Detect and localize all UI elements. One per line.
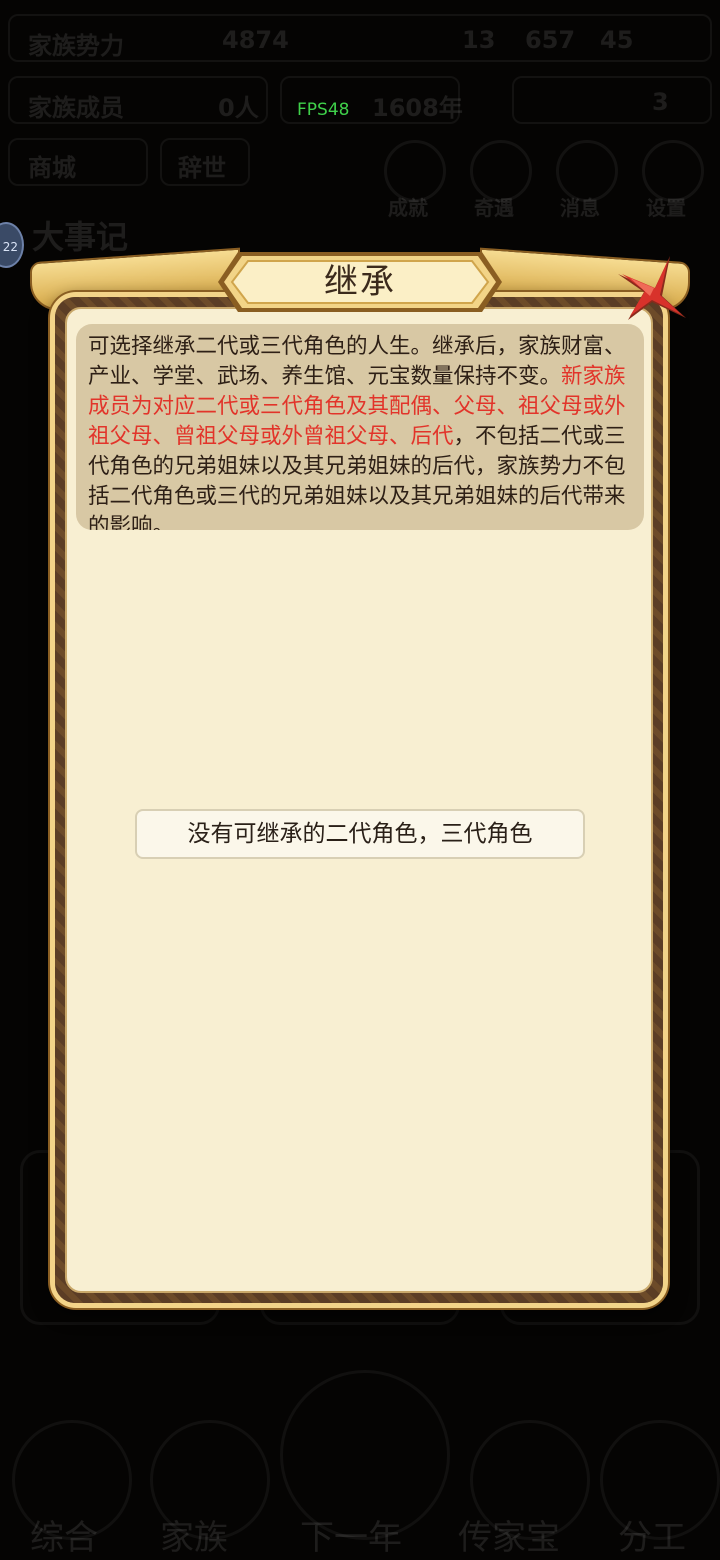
resource-a-value: 13	[462, 26, 496, 54]
nav-heirloom-label: 传家宝	[458, 1518, 560, 1558]
modal-title: 继承	[324, 262, 396, 302]
death-tab-label: 辞世	[178, 154, 226, 182]
game-screen: 家族势力 4874 13 657 45 家族成员 0人 1608年 3 商城 辞…	[0, 0, 720, 1560]
currency-value: 3	[652, 88, 669, 116]
members-label: 家族成员	[28, 94, 124, 122]
nav-family-label: 家族	[160, 1518, 228, 1558]
members-count: 0人	[218, 94, 259, 122]
shop-tab-label: 商城	[28, 154, 76, 182]
avatar-badge: 22	[0, 222, 24, 268]
settings-label: 设置	[646, 196, 686, 220]
title-plate: 继承	[216, 250, 504, 314]
description-intro: 可选择继承二代或三代角色的人生。继承后，家族财富、产业、学堂、武场、养生馆、元宝…	[88, 334, 626, 389]
empty-notice: 没有可继承的二代角色，三代角色	[135, 809, 585, 859]
nav-division-label: 分工	[618, 1518, 686, 1558]
current-year: 1608年	[372, 94, 463, 122]
nav-general-label: 综合	[30, 1518, 98, 1558]
inherit-description: 可选择继承二代或三代角色的人生。继承后，家族财富、产业、学堂、武场、养生馆、元宝…	[76, 324, 644, 530]
power-label: 家族势力	[28, 32, 124, 60]
power-value: 4874	[222, 26, 289, 54]
resource-b-value: 657	[525, 26, 576, 54]
nav-next-year-label: 下一年	[300, 1518, 402, 1558]
encounter-label: 奇遇	[474, 196, 514, 220]
achievement-label: 成就	[388, 196, 428, 220]
events-title: 大事记	[32, 218, 129, 256]
fps-counter: FPS48	[297, 100, 350, 120]
resource-c-value: 45	[600, 26, 634, 54]
close-button[interactable]	[610, 248, 688, 326]
close-icon	[618, 256, 686, 320]
message-label: 消息	[560, 196, 600, 220]
currency-row	[512, 76, 712, 124]
